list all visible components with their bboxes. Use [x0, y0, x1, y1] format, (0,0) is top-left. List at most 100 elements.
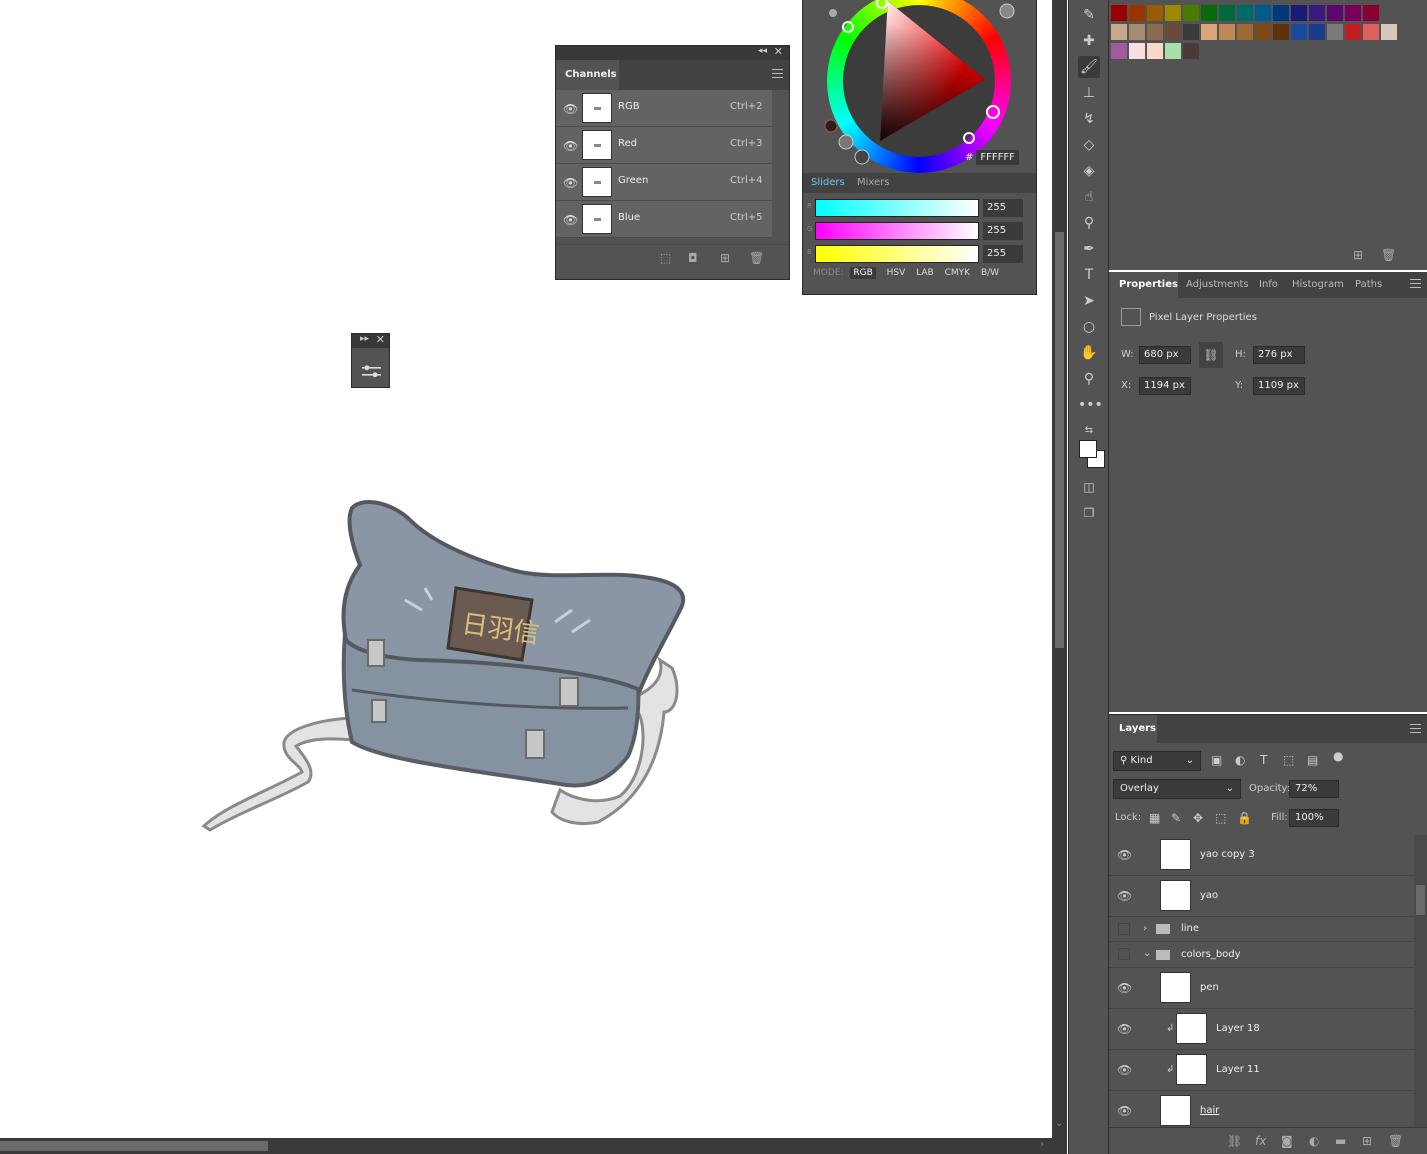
color-swatch[interactable] [1381, 24, 1397, 40]
channel-row-red[interactable]: 👁 Red Ctrl+3 [556, 127, 772, 164]
slider-value[interactable]: 255 [983, 245, 1023, 263]
tab-histogram[interactable]: Histogram [1292, 279, 1344, 290]
new-group-icon[interactable]: ▬ [1335, 1134, 1346, 1148]
color-swatch[interactable] [1291, 5, 1307, 21]
channel-row-rgb[interactable]: 👁 RGB Ctrl+2 [556, 90, 772, 127]
color-swatch[interactable] [1237, 24, 1253, 40]
color-swatch[interactable] [1111, 24, 1127, 40]
mode-rgb[interactable]: RGB [850, 267, 876, 279]
visibility-toggle[interactable] [1118, 923, 1130, 935]
tab-info[interactable]: Info [1259, 279, 1278, 290]
color-swatch[interactable] [1309, 24, 1325, 40]
color-swatch[interactable] [1309, 5, 1325, 21]
scroll-down-icon[interactable]: ⌄ [1055, 1118, 1063, 1129]
color-swatch[interactable] [1147, 5, 1163, 21]
color-swatch[interactable] [1129, 24, 1145, 40]
hex-value[interactable]: FFFFFF [976, 150, 1019, 165]
color-swatch[interactable] [1165, 43, 1181, 59]
new-channel-icon[interactable]: ⊞ [720, 251, 730, 265]
slider-value[interactable]: 255 [983, 222, 1023, 240]
color-swatch[interactable] [1165, 5, 1181, 21]
color-swatch[interactable] [1111, 5, 1127, 21]
slider-track[interactable] [815, 245, 979, 263]
color-swatch[interactable] [1165, 24, 1181, 40]
slider-value[interactable]: 255 [983, 199, 1023, 217]
mode-bw[interactable]: B/W [981, 268, 999, 278]
color-swatch[interactable] [1273, 5, 1289, 21]
channel-row-blue[interactable]: 👁 Blue Ctrl+5 [556, 201, 772, 238]
hand-tool-icon[interactable]: ✋ [1078, 342, 1100, 364]
trash-icon[interactable]: 🗑 [1381, 248, 1396, 262]
color-swatch[interactable] [1183, 24, 1199, 40]
group-row[interactable]: ⌄ colors_body [1109, 942, 1414, 968]
ellipse-tool-icon[interactable]: ○ [1078, 316, 1100, 338]
height-input[interactable]: 276 px [1253, 346, 1305, 364]
layer-row[interactable]: 👁 yao [1109, 876, 1414, 917]
healing-brush-icon[interactable]: ✚ [1078, 30, 1100, 52]
tab-channels[interactable]: Channels [556, 60, 619, 90]
panel-menu-icon[interactable] [1410, 724, 1421, 733]
filter-type-icon[interactable]: T [1260, 753, 1267, 767]
group-row[interactable]: › line [1109, 917, 1414, 942]
tab-mixers[interactable]: Mixers [857, 177, 890, 188]
expand-icon[interactable]: ▸▸ [360, 334, 369, 344]
dodge-icon[interactable]: ⚲ [1078, 212, 1100, 234]
layer-row[interactable]: 👁 hair [1109, 1091, 1414, 1127]
layer-row[interactable]: 👁 ↲ Layer 18 [1109, 1009, 1414, 1050]
color-swatch[interactable] [1327, 24, 1343, 40]
eye-icon[interactable]: 👁 [1117, 889, 1132, 903]
filter-pixel-icon[interactable]: ▣ [1211, 753, 1222, 767]
quick-mask-icon[interactable]: ◫ [1078, 476, 1100, 498]
link-dimensions-icon[interactable]: ⛓ [1199, 342, 1223, 368]
eye-icon[interactable]: 👁 [1117, 981, 1132, 995]
layer-row[interactable]: 👁 ↲ Layer 11 [1109, 1050, 1414, 1091]
panel-titlebar[interactable]: ◂◂ ✕ [556, 45, 789, 60]
type-tool-icon[interactable]: T [1078, 264, 1100, 286]
opacity-input[interactable]: 72% [1289, 780, 1339, 798]
layers-scrollbar[interactable] [1414, 835, 1427, 1127]
scroll-right-icon[interactable]: › [1040, 1139, 1044, 1150]
close-icon[interactable]: ✕ [774, 45, 783, 58]
adjustments-sliders-icon[interactable] [362, 364, 381, 378]
lock-artboard-icon[interactable]: ⬚ [1215, 811, 1226, 825]
color-swatch[interactable] [1183, 43, 1199, 59]
new-layer-icon[interactable]: ⊞ [1362, 1134, 1372, 1148]
brush-tool-icon[interactable]: 🖌 [1078, 56, 1100, 78]
color-swatch[interactable] [1237, 5, 1253, 21]
paint-bucket-icon[interactable]: ◈ [1078, 160, 1100, 182]
tab-layers[interactable]: Layers [1109, 715, 1157, 743]
save-selection-icon[interactable]: ◘ [688, 251, 698, 265]
color-swatch[interactable] [1129, 43, 1145, 59]
new-swatch-icon[interactable]: ⊞ [1353, 248, 1363, 262]
eye-icon[interactable]: 👁 [1117, 1104, 1132, 1118]
color-swatch[interactable] [1327, 5, 1343, 21]
color-swatch[interactable] [1147, 43, 1163, 59]
path-selection-icon[interactable]: ➤ [1078, 290, 1100, 312]
vertical-scrollbar[interactable]: ⌄ [1052, 0, 1067, 1154]
load-selection-icon[interactable]: ⬚ [660, 251, 671, 265]
trash-icon[interactable]: 🗑 [1388, 1134, 1403, 1148]
color-swatch[interactable] [1363, 24, 1379, 40]
close-icon[interactable]: ✕ [376, 333, 385, 346]
color-swatch[interactable] [1111, 43, 1127, 59]
color-swatch[interactable] [1201, 24, 1217, 40]
history-brush-icon[interactable]: ↯ [1078, 108, 1100, 130]
chevron-down-icon[interactable]: ⌄ [1143, 948, 1151, 959]
layer-row[interactable]: 👁 yao copy 3 [1109, 835, 1414, 876]
panel-menu-icon[interactable] [1410, 279, 1421, 288]
clone-stamp-icon[interactable]: ⊥ [1078, 82, 1100, 104]
filter-toggle-icon[interactable]: ● [1333, 749, 1343, 763]
color-swatch[interactable] [1291, 24, 1307, 40]
mode-lab[interactable]: LAB [916, 268, 934, 278]
color-swatch[interactable] [1219, 24, 1235, 40]
panel-titlebar[interactable]: ▸▸ ✕ [352, 333, 389, 348]
layer-row[interactable]: 👁 pen [1109, 968, 1414, 1009]
panel-menu-icon[interactable] [772, 69, 783, 78]
color-swatch[interactable] [1147, 24, 1163, 40]
eye-icon[interactable]: 👁 [563, 213, 578, 227]
scroll-thumb[interactable] [1416, 885, 1425, 915]
color-swatch[interactable] [1363, 5, 1379, 21]
visibility-toggle[interactable] [1118, 948, 1130, 960]
x-input[interactable]: 1194 px [1139, 377, 1191, 395]
tab-paths[interactable]: Paths [1355, 279, 1382, 290]
